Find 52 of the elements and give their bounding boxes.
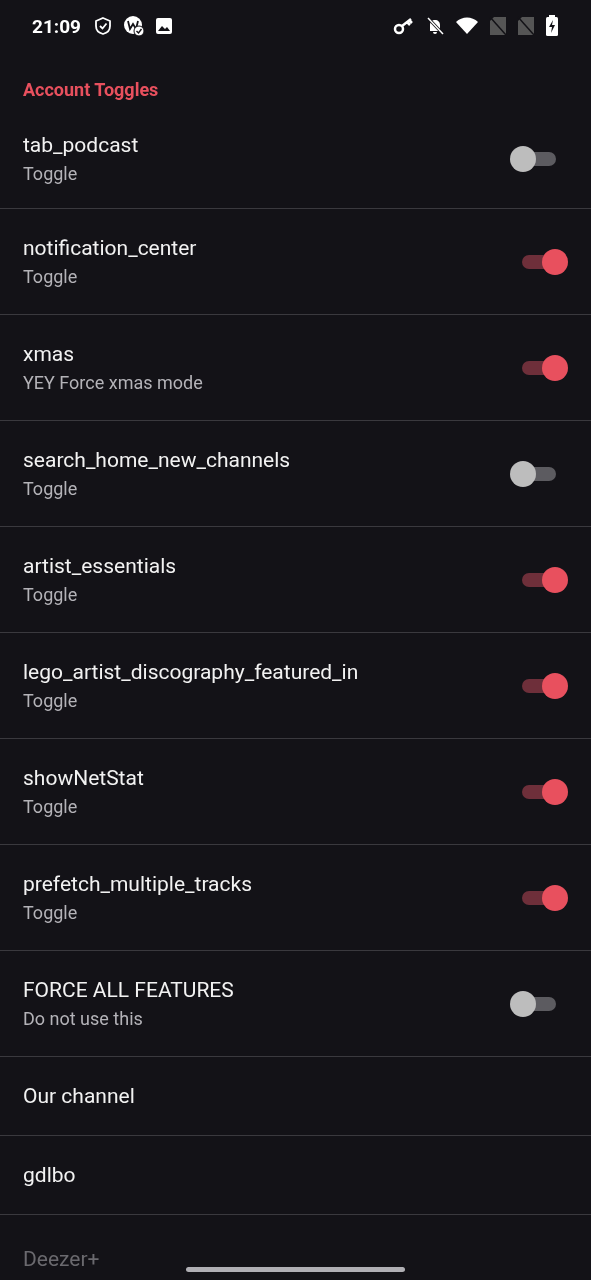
toggle-row[interactable]: notification_center Toggle	[0, 209, 591, 315]
link-row[interactable]: gdlbo	[0, 1136, 591, 1215]
setting-title: notification_center	[23, 236, 198, 260]
setting-title: lego_artist_discography_featured_in	[23, 660, 360, 684]
toggle-switch[interactable]	[510, 144, 558, 173]
setting-title: tab_podcast	[23, 133, 140, 157]
toggle-row[interactable]: prefetch_multiple_tracks Toggle	[0, 845, 591, 951]
toggle-row[interactable]: showNetStat Toggle	[0, 739, 591, 845]
link-title: gdlbo	[23, 1163, 76, 1187]
toggle-row[interactable]: lego_artist_discography_featured_in Toggle	[0, 633, 591, 739]
section-title: Account Toggles	[22, 78, 160, 102]
no-sim-icon	[489, 16, 507, 36]
toggle-switch[interactable]	[520, 353, 568, 382]
setting-title: prefetch_multiple_tracks	[23, 872, 253, 896]
link-row[interactable]: Our channel	[0, 1057, 591, 1136]
toggle-switch[interactable]	[520, 883, 568, 912]
key-icon	[393, 16, 415, 36]
toggle-switch[interactable]	[520, 565, 568, 594]
status-time: 21:09	[32, 14, 81, 38]
setting-summary: Toggle	[23, 690, 79, 711]
toggle-row[interactable]: search_home_new_channels Toggle	[0, 421, 591, 527]
wifi-icon	[455, 16, 479, 36]
setting-summary: Toggle	[23, 584, 79, 605]
setting-title: xmas	[23, 342, 76, 366]
toggle-row[interactable]: FORCE ALL FEATURES Do not use this	[0, 951, 591, 1057]
setting-title: search_home_new_channels	[23, 448, 292, 472]
setting-title: FORCE ALL FEATURES	[23, 978, 235, 1002]
toggle-switch[interactable]	[510, 459, 558, 488]
toggle-row[interactable]: tab_podcast Toggle	[0, 109, 591, 209]
battery-charging-icon	[545, 15, 559, 37]
toggle-row[interactable]: xmas YEY Force xmas mode	[0, 315, 591, 421]
image-icon	[154, 17, 173, 35]
bell-off-icon	[425, 16, 445, 36]
setting-summary: Toggle	[23, 163, 79, 184]
setting-title: artist_essentials	[23, 554, 178, 578]
toggle-switch[interactable]	[510, 989, 558, 1018]
toggle-row[interactable]: artist_essentials Toggle	[0, 527, 591, 633]
link-title: Deezer+	[23, 1246, 100, 1271]
setting-summary: YEY Force xmas mode	[23, 372, 204, 393]
setting-title: showNetStat	[23, 766, 145, 790]
setting-summary: Toggle	[23, 902, 79, 923]
toggle-switch[interactable]	[520, 247, 568, 276]
setting-summary: Toggle	[23, 796, 79, 817]
setting-summary: Toggle	[23, 266, 79, 287]
link-title: Our channel	[23, 1084, 135, 1108]
setting-summary: Do not use this	[23, 1008, 144, 1029]
badge-icon	[122, 15, 145, 37]
toggle-switch[interactable]	[520, 777, 568, 806]
no-sim-icon	[517, 16, 535, 36]
toggle-switch[interactable]	[520, 671, 568, 700]
shield-icon	[92, 16, 113, 36]
setting-summary: Toggle	[23, 478, 79, 499]
